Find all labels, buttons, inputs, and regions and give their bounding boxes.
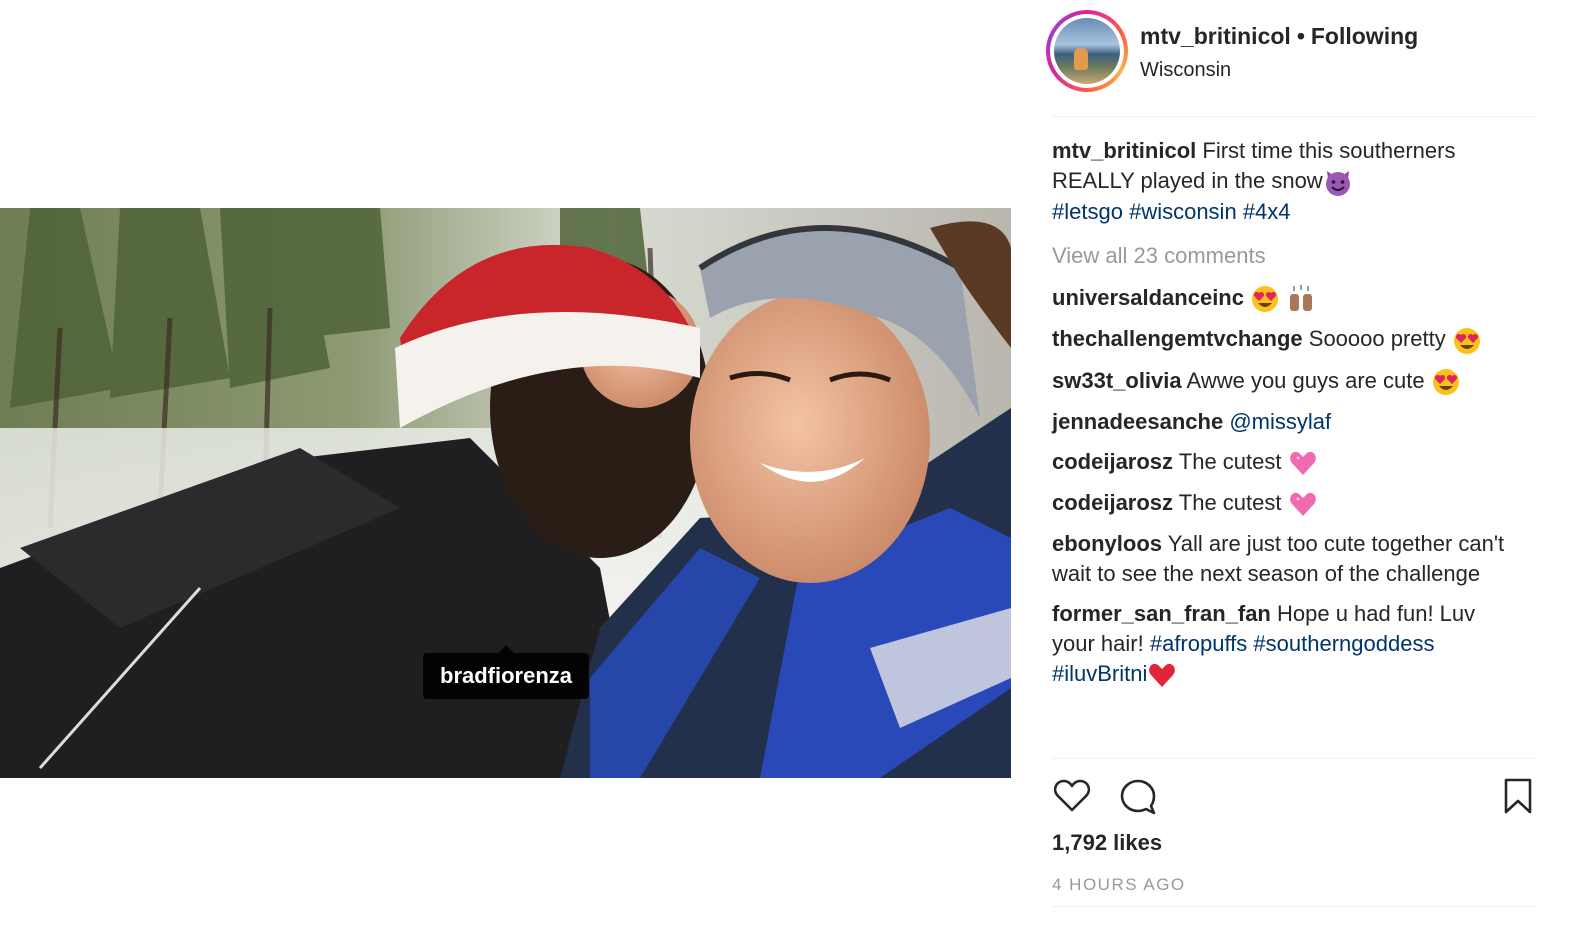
- comment: codeijarosz The cutest: [1052, 447, 1522, 478]
- comment: ebonyloos Yall are just too cute togethe…: [1052, 529, 1522, 589]
- post-header: mtv_britinicol • Following Wisconsin: [1046, 10, 1536, 116]
- comment-username[interactable]: ebonyloos: [1052, 531, 1162, 556]
- pink-heart-emoji-icon: [1288, 489, 1318, 519]
- header-username[interactable]: mtv_britinicol: [1140, 23, 1291, 49]
- comment-mention[interactable]: @missylaf: [1229, 409, 1331, 434]
- comment: sw33t_olivia Awwe you guys are cute: [1052, 366, 1522, 397]
- comment: former_san_fran_fan Hope u had fun! Luv …: [1052, 599, 1522, 690]
- hashtag-southerngoddess[interactable]: #southerngoddess: [1253, 631, 1434, 656]
- caption-username[interactable]: mtv_britinicol: [1052, 138, 1196, 163]
- hashtag-letsgo[interactable]: #letsgo: [1052, 199, 1123, 224]
- avatar-border: [1050, 14, 1124, 88]
- comment-username[interactable]: codeijarosz: [1052, 449, 1173, 474]
- comment-text: The cutest: [1178, 448, 1282, 474]
- smiling-imp-emoji-icon: [1323, 167, 1353, 197]
- comment-text: The cutest: [1178, 489, 1282, 515]
- header-line: mtv_britinicol • Following: [1140, 23, 1418, 50]
- comment-text: Awwe you guys are cute: [1186, 367, 1425, 393]
- caption: mtv_britinicol First time this southerne…: [1052, 136, 1522, 227]
- hashtag-iluvbritni[interactable]: #iluvBritni: [1052, 661, 1147, 686]
- comment-icon[interactable]: [1118, 776, 1162, 820]
- location-link[interactable]: Wisconsin: [1140, 59, 1231, 82]
- hashtag-4x4[interactable]: #4x4: [1243, 199, 1291, 224]
- header-divider: [1052, 116, 1538, 117]
- comment-username[interactable]: former_san_fran_fan: [1052, 601, 1271, 626]
- comments-section: mtv_britinicol First time this southerne…: [1052, 136, 1522, 700]
- post-sidebar: mtv_britinicol • Following Wisconsin mtv_b…: [1012, 0, 1576, 942]
- user-tag[interactable]: bradfiorenza: [423, 645, 590, 699]
- heart-eyes-emoji-icon: [1250, 284, 1280, 314]
- hashtag-afropuffs[interactable]: #afropuffs: [1150, 631, 1247, 656]
- header-separator: •: [1296, 23, 1305, 49]
- comment-text: Sooooo pretty: [1308, 326, 1446, 352]
- avatar[interactable]: [1054, 18, 1120, 84]
- comment: universaldanceinc: [1052, 283, 1522, 314]
- heart-icon[interactable]: [1052, 776, 1096, 820]
- post-photo[interactable]: bradfiorenza: [0, 208, 1011, 778]
- comment-username[interactable]: codeijarosz: [1052, 490, 1173, 515]
- comment: thechallengemtvchange Sooooo pretty: [1052, 324, 1522, 355]
- story-ring[interactable]: [1046, 10, 1128, 92]
- comment-username[interactable]: sw33t_olivia: [1052, 368, 1182, 393]
- view-all-comments-link[interactable]: View all 23 comments: [1052, 241, 1522, 271]
- pink-heart-emoji-icon: [1288, 448, 1318, 478]
- footer-divider: [1052, 906, 1538, 907]
- heart-eyes-emoji-icon: [1452, 326, 1482, 356]
- timestamp[interactable]: 4 HOURS AGO: [1052, 875, 1186, 895]
- bookmark-icon[interactable]: [1498, 776, 1542, 820]
- heart-eyes-emoji-icon: [1431, 367, 1461, 397]
- photo-area: bradfiorenza: [0, 0, 1012, 942]
- comment: codeijarosz The cutest: [1052, 488, 1522, 519]
- comment-username[interactable]: universaldanceinc: [1052, 285, 1244, 310]
- comment: jennadeesanche @missylaf: [1052, 407, 1522, 437]
- red-heart-emoji-icon: [1147, 660, 1177, 690]
- comments-divider: [1052, 758, 1538, 759]
- user-tag-label: bradfiorenza: [440, 663, 573, 688]
- hashtag-wisconsin[interactable]: #wisconsin: [1129, 199, 1237, 224]
- comment-username[interactable]: thechallengemtvchange: [1052, 326, 1303, 351]
- comment-username[interactable]: jennadeesanche: [1052, 409, 1223, 434]
- avatar-figure: [1074, 48, 1088, 70]
- action-bar: [1052, 776, 1538, 820]
- likes-count[interactable]: 1,792 likes: [1052, 830, 1162, 856]
- follow-button[interactable]: Following: [1311, 23, 1418, 49]
- raised-hands-emoji-icon: [1286, 284, 1316, 314]
